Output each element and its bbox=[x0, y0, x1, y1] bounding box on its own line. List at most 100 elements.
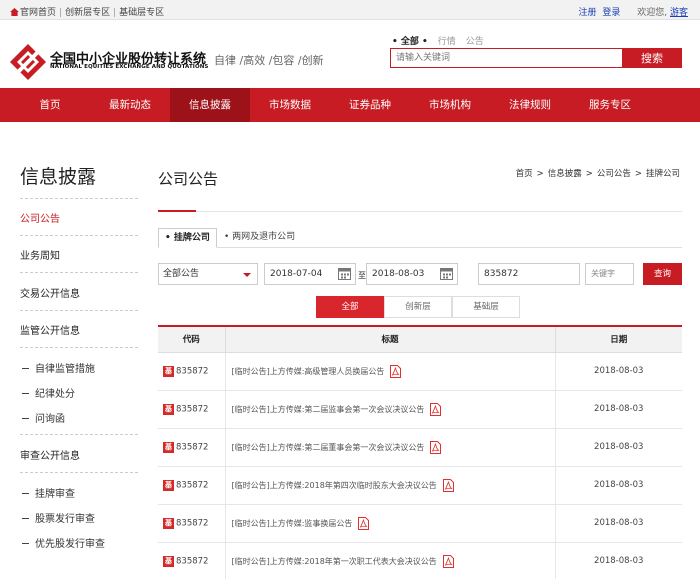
nav-securities[interactable]: 证券品种 bbox=[330, 88, 410, 122]
segment-basic[interactable]: 基础层 bbox=[452, 296, 520, 318]
row-code: 835872 bbox=[176, 366, 209, 376]
calendar-icon[interactable] bbox=[338, 267, 351, 280]
search-tab-quotes[interactable]: 行情 bbox=[438, 37, 456, 47]
table-row: 基 835872 [临时公告]上方传媒:第二届董事会第一次会议决议公告 2018-… bbox=[158, 428, 682, 467]
dash-marker bbox=[22, 493, 29, 494]
sidebar-item-business-notices[interactable]: 业务周知 bbox=[20, 247, 138, 262]
company-type-tabs: • 挂牌公司 • 两网及退市公司 bbox=[158, 228, 682, 248]
security-code-input[interactable]: 835872 bbox=[478, 263, 580, 285]
breadcrumb-listed-companies: 挂牌公司 bbox=[645, 169, 680, 179]
nav-rules[interactable]: 法律规则 bbox=[490, 88, 570, 122]
divider bbox=[20, 347, 138, 348]
table-row: 基 835872 [临时公告]上方传媒:2018年第四次临时股东大会决议公告 20… bbox=[158, 466, 682, 505]
dash-marker bbox=[22, 543, 29, 544]
separator: | bbox=[113, 8, 117, 18]
start-date-field[interactable]: 2018-07-04 bbox=[264, 263, 356, 285]
top-link-home[interactable]: 官网首页 bbox=[20, 8, 56, 18]
logo-english-name: NATIONAL EQUITIES EXCHANGE AND QUOTATION… bbox=[50, 64, 209, 70]
basic-tier-badge: 基 bbox=[163, 517, 174, 529]
sidebar-sub-label: 优先股发行审查 bbox=[35, 539, 105, 550]
announcement-title-link[interactable]: [临时公告]上方传媒:2018年第四次临时股东大会决议公告 bbox=[232, 481, 437, 490]
sidebar-sub-preferred-stock-review[interactable]: 优先股发行审查 bbox=[22, 535, 105, 550]
sidebar-sub-label: 股票发行审查 bbox=[35, 514, 95, 525]
search-tab-all[interactable]: • 全部 • bbox=[392, 37, 428, 47]
tab-delisted-companies[interactable]: • 两网及退市公司 bbox=[218, 228, 301, 248]
row-date: 2018-08-03 bbox=[555, 466, 682, 505]
sidebar-item-company-announcements[interactable]: 公司公告 bbox=[20, 210, 138, 225]
row-title-cell: [临时公告]上方传媒:监事换届公告 bbox=[225, 504, 556, 543]
login-link[interactable]: 登录 bbox=[602, 8, 620, 18]
announcement-title-link[interactable]: [临时公告]上方传媒:第二届董事会第一次会议决议公告 bbox=[232, 443, 425, 452]
dash-marker bbox=[22, 393, 29, 394]
sidebar-item-supervision-info[interactable]: 监管公开信息 bbox=[20, 322, 138, 337]
row-code-cell: 基 835872 bbox=[158, 352, 226, 391]
pdf-icon[interactable] bbox=[358, 516, 370, 530]
nav-disclosure[interactable]: 信息披露 bbox=[170, 88, 250, 122]
announcement-title-link[interactable]: [临时公告]上方传媒:2018年第一次职工代表大会决议公告 bbox=[232, 557, 437, 566]
guest-link[interactable]: 游客 bbox=[670, 8, 688, 18]
segment-all[interactable]: 全部 bbox=[316, 296, 384, 318]
breadcrumb-announcements[interactable]: 公司公告 bbox=[597, 169, 631, 179]
pdf-icon[interactable] bbox=[442, 478, 454, 492]
breadcrumb-separator: > bbox=[536, 169, 544, 179]
sidebar-sub-label: 自律监管措施 bbox=[35, 364, 95, 375]
row-code-cell: 基 835872 bbox=[158, 428, 226, 467]
table-header-row: 代码 标题 日期 bbox=[158, 325, 682, 353]
announcement-type-select[interactable]: 全部公告 bbox=[158, 263, 258, 285]
segment-innovation[interactable]: 创新层 bbox=[384, 296, 452, 318]
pdf-icon[interactable] bbox=[390, 364, 402, 378]
basic-tier-badge: 基 bbox=[163, 365, 174, 377]
tab-listed-companies[interactable]: • 挂牌公司 bbox=[158, 228, 217, 248]
breadcrumb-separator: > bbox=[585, 169, 593, 179]
row-date: 2018-08-03 bbox=[555, 542, 682, 579]
end-date-field[interactable]: 2018-08-03 bbox=[366, 263, 458, 285]
sidebar-item-trading-info[interactable]: 交易公开信息 bbox=[20, 285, 138, 300]
search-input[interactable] bbox=[390, 48, 622, 68]
sidebar-sub-label: 挂牌审查 bbox=[35, 489, 75, 500]
nav-market-data[interactable]: 市场数据 bbox=[250, 88, 330, 122]
row-code-cell: 基 835872 bbox=[158, 390, 226, 429]
pdf-icon[interactable] bbox=[442, 554, 454, 568]
nav-news[interactable]: 最新动态 bbox=[90, 88, 170, 122]
column-header-title: 标题 bbox=[225, 325, 556, 353]
announcement-title-link[interactable]: [临时公告]上方传媒:监事换届公告 bbox=[232, 519, 353, 528]
row-code: 835872 bbox=[176, 480, 209, 490]
keyword-input[interactable]: 关键字 bbox=[585, 263, 634, 285]
announcement-type-value: 全部公告 bbox=[163, 269, 200, 279]
search-scope-tabs: • 全部 • 行情 公告 bbox=[392, 34, 494, 47]
pdf-icon[interactable] bbox=[430, 402, 442, 416]
register-link[interactable]: 注册 bbox=[578, 8, 596, 18]
sidebar-sub-listing-review[interactable]: 挂牌审查 bbox=[22, 485, 75, 500]
nav-home[interactable]: 首页 bbox=[10, 88, 90, 122]
row-title-cell: [临时公告]上方传媒:第二届监事会第一次会议决议公告 bbox=[225, 390, 556, 429]
sidebar-sub-discipline[interactable]: 纪律处分 bbox=[22, 385, 75, 400]
divider bbox=[20, 434, 138, 435]
sidebar-sub-stock-issuance-review[interactable]: 股票发行审查 bbox=[22, 510, 95, 525]
breadcrumb-home[interactable]: 首页 bbox=[516, 169, 533, 179]
query-button[interactable]: 查询 bbox=[643, 263, 682, 285]
sidebar-sub-label: 纪律处分 bbox=[35, 389, 75, 400]
nav-institutions[interactable]: 市场机构 bbox=[410, 88, 490, 122]
announcement-title-link[interactable]: [临时公告]上方传媒:第二届监事会第一次会议决议公告 bbox=[232, 405, 425, 414]
top-link-basic[interactable]: 基础层专区 bbox=[119, 8, 164, 18]
row-code-cell: 基 835872 bbox=[158, 466, 226, 505]
sidebar-sub-label: 问询函 bbox=[35, 414, 65, 425]
dash-marker bbox=[22, 418, 29, 419]
sidebar-sub-inquiry[interactable]: 问询函 bbox=[22, 410, 65, 425]
announcement-title-link[interactable]: [临时公告]上方传媒:高级管理人员换届公告 bbox=[232, 367, 385, 376]
dropdown-caret-icon bbox=[243, 273, 251, 277]
sidebar-sub-self-regulation[interactable]: 自律监管措施 bbox=[22, 360, 95, 375]
main-nav: 首页 最新动态 信息披露 市场数据 证券品种 市场机构 法律规则 服务专区 bbox=[0, 88, 700, 122]
pdf-icon[interactable] bbox=[430, 440, 442, 454]
title-underline bbox=[158, 211, 682, 212]
calendar-icon[interactable] bbox=[440, 267, 453, 280]
top-link-innovation[interactable]: 创新层专区 bbox=[65, 8, 110, 18]
search-button[interactable]: 搜索 bbox=[622, 48, 682, 68]
sidebar-item-review-info[interactable]: 审查公开信息 bbox=[20, 447, 138, 462]
home-icon bbox=[10, 8, 19, 16]
breadcrumb-disclosure[interactable]: 信息披露 bbox=[548, 169, 582, 179]
search-tab-announcements[interactable]: 公告 bbox=[466, 37, 484, 47]
nav-services[interactable]: 服务专区 bbox=[570, 88, 650, 122]
logo-mark-icon[interactable] bbox=[10, 44, 46, 80]
slogan: 自律 /高效 /包容 /创新 bbox=[214, 54, 324, 67]
